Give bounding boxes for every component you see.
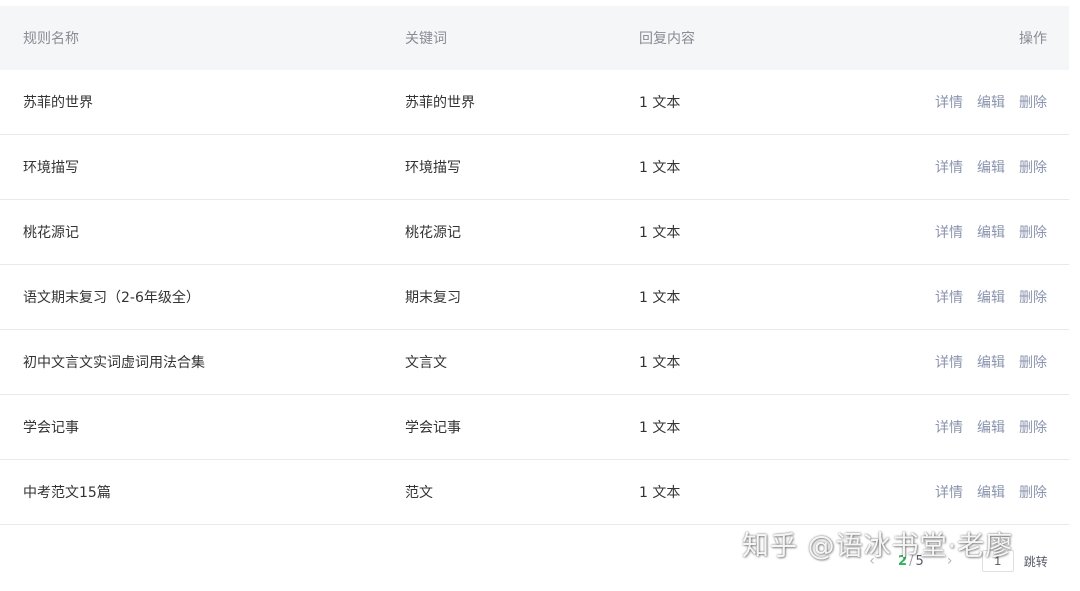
reply-cell: 1 文本 — [639, 160, 681, 176]
edit-link[interactable]: 编辑 — [977, 92, 1005, 112]
delete-link[interactable]: 删除 — [1019, 157, 1047, 177]
delete-link[interactable]: 删除 — [1019, 92, 1047, 112]
delete-link[interactable]: 删除 — [1019, 352, 1047, 372]
rule-name-cell: 桃花源记 — [23, 225, 79, 241]
table-row: 学会记事 学会记事 1 文本 详情 编辑 删除 — [0, 395, 1069, 460]
table-row: 环境描写 环境描写 1 文本 详情 编辑 删除 — [0, 135, 1069, 200]
table-row: 桃花源记 桃花源记 1 文本 详情 编辑 删除 — [0, 200, 1069, 265]
detail-link[interactable]: 详情 — [935, 417, 963, 437]
detail-link[interactable]: 详情 — [935, 157, 963, 177]
rules-table: 规则名称 关键词 回复内容 操作 苏菲的世界 苏菲的世界 1 文本 详情 编辑 … — [0, 6, 1069, 525]
reply-cell: 1 文本 — [639, 420, 681, 436]
reply-cell: 1 文本 — [639, 225, 681, 241]
keyword-cell: 范文 — [405, 485, 433, 501]
row-actions: 详情 编辑 删除 — [935, 92, 1047, 112]
edit-link[interactable]: 编辑 — [977, 157, 1005, 177]
keyword-cell: 学会记事 — [405, 420, 461, 436]
rule-name-cell: 学会记事 — [23, 420, 79, 436]
edit-link[interactable]: 编辑 — [977, 482, 1005, 502]
keyword-cell: 环境描写 — [405, 160, 461, 176]
rule-name-cell: 苏菲的世界 — [23, 95, 93, 111]
header-reply-content: 回复内容 — [639, 31, 695, 47]
table-row: 中考范文15篇 范文 1 文本 详情 编辑 删除 — [0, 460, 1069, 525]
row-actions: 详情 编辑 删除 — [935, 352, 1047, 372]
detail-link[interactable]: 详情 — [935, 222, 963, 242]
keyword-cell: 桃花源记 — [405, 225, 461, 241]
header-operations: 操作 — [1019, 31, 1047, 47]
detail-link[interactable]: 详情 — [935, 287, 963, 307]
table-row: 初中文言文实词虚词用法合集 文言文 1 文本 详情 编辑 删除 — [0, 330, 1069, 395]
jump-button[interactable]: 跳转 — [1024, 553, 1048, 570]
edit-link[interactable]: 编辑 — [977, 417, 1005, 437]
table-header: 规则名称 关键词 回复内容 操作 — [0, 6, 1069, 70]
rule-name-cell: 语文期末复习（2-6年级全） — [23, 290, 200, 306]
rule-name-cell: 环境描写 — [23, 160, 79, 176]
reply-cell: 1 文本 — [639, 95, 681, 111]
detail-link[interactable]: 详情 — [935, 92, 963, 112]
delete-link[interactable]: 删除 — [1019, 222, 1047, 242]
next-page-icon[interactable]: › — [938, 553, 962, 569]
edit-link[interactable]: 编辑 — [977, 287, 1005, 307]
reply-cell: 1 文本 — [639, 485, 681, 501]
keyword-cell: 苏菲的世界 — [405, 95, 475, 111]
rule-name-cell: 初中文言文实词虚词用法合集 — [23, 355, 205, 371]
detail-link[interactable]: 详情 — [935, 352, 963, 372]
table-row: 苏菲的世界 苏菲的世界 1 文本 详情 编辑 删除 — [0, 70, 1069, 135]
row-actions: 详情 编辑 删除 — [935, 417, 1047, 437]
prev-page-icon[interactable]: ‹ — [860, 553, 884, 569]
page-separator: / — [909, 553, 914, 569]
header-keyword: 关键词 — [405, 31, 447, 47]
table-row: 语文期末复习（2-6年级全） 期末复习 1 文本 详情 编辑 删除 — [0, 265, 1069, 330]
delete-link[interactable]: 删除 — [1019, 287, 1047, 307]
page-jump-input[interactable] — [981, 550, 1014, 572]
row-actions: 详情 编辑 删除 — [935, 482, 1047, 502]
edit-link[interactable]: 编辑 — [977, 222, 1005, 242]
row-actions: 详情 编辑 删除 — [935, 157, 1047, 177]
row-actions: 详情 编辑 删除 — [935, 287, 1047, 307]
reply-cell: 1 文本 — [639, 290, 681, 306]
keyword-cell: 期末复习 — [405, 290, 461, 306]
edit-link[interactable]: 编辑 — [977, 352, 1005, 372]
delete-link[interactable]: 删除 — [1019, 482, 1047, 502]
keyword-cell: 文言文 — [405, 355, 447, 371]
detail-link[interactable]: 详情 — [935, 482, 963, 502]
row-actions: 详情 编辑 删除 — [935, 222, 1047, 242]
header-rule-name: 规则名称 — [23, 31, 79, 47]
total-pages: 5 — [915, 553, 924, 569]
rule-name-cell: 中考范文15篇 — [23, 485, 111, 501]
current-page: 2 — [898, 553, 908, 569]
pagination: ‹ 2 / 5 › 跳转 — [860, 548, 1048, 574]
delete-link[interactable]: 删除 — [1019, 417, 1047, 437]
reply-cell: 1 文本 — [639, 355, 681, 371]
